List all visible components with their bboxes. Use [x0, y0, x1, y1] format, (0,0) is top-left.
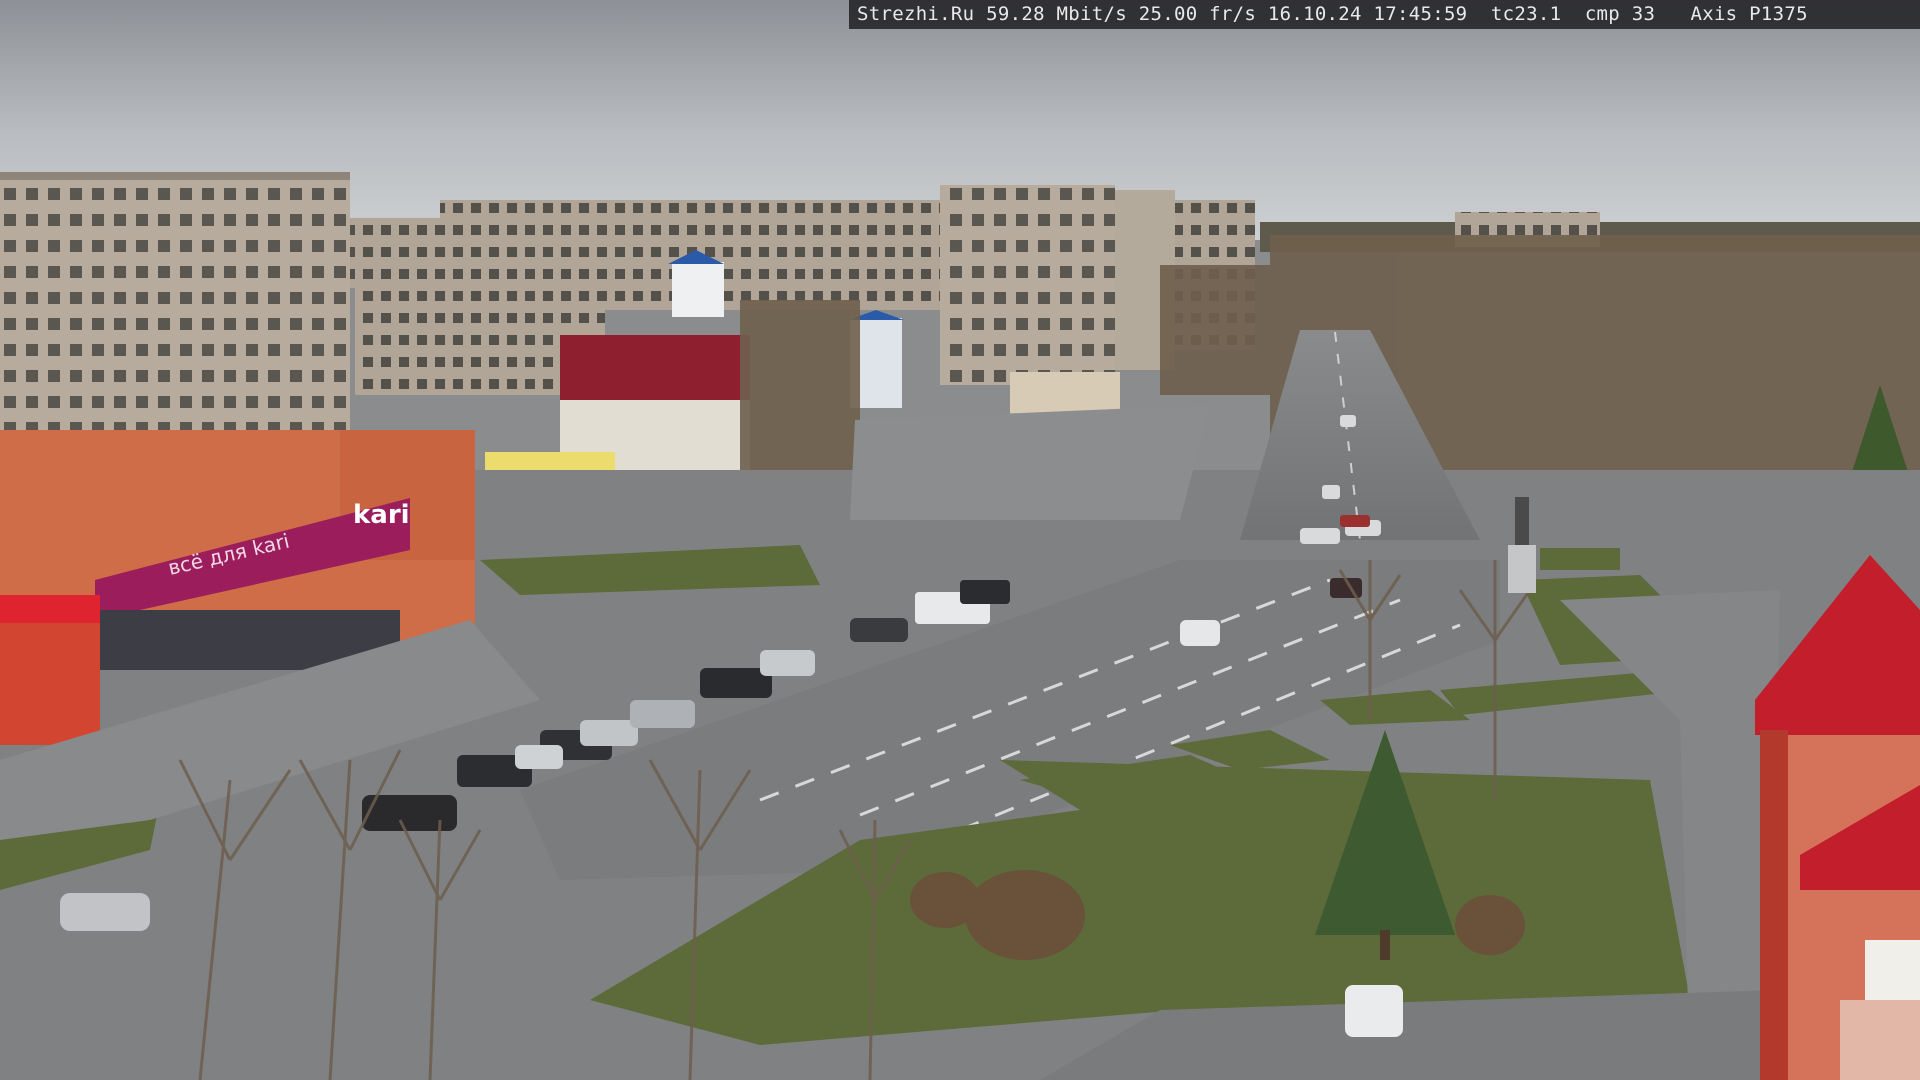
camera-info-overlay: Strezhi.Ru 59.28 Mbit/s 25.00 fr/s 16.10…	[849, 0, 1920, 29]
plaza	[850, 405, 1210, 520]
monument-statue	[1515, 497, 1529, 545]
street-scene-image: kari всё для kari	[0, 0, 1920, 1080]
webcam-frame: kari всё для kari Strezhi.Ru 59.28 Mbit/…	[0, 0, 1920, 1080]
monument-pedestal	[1508, 545, 1536, 593]
store-sign-text: kari	[353, 500, 410, 530]
